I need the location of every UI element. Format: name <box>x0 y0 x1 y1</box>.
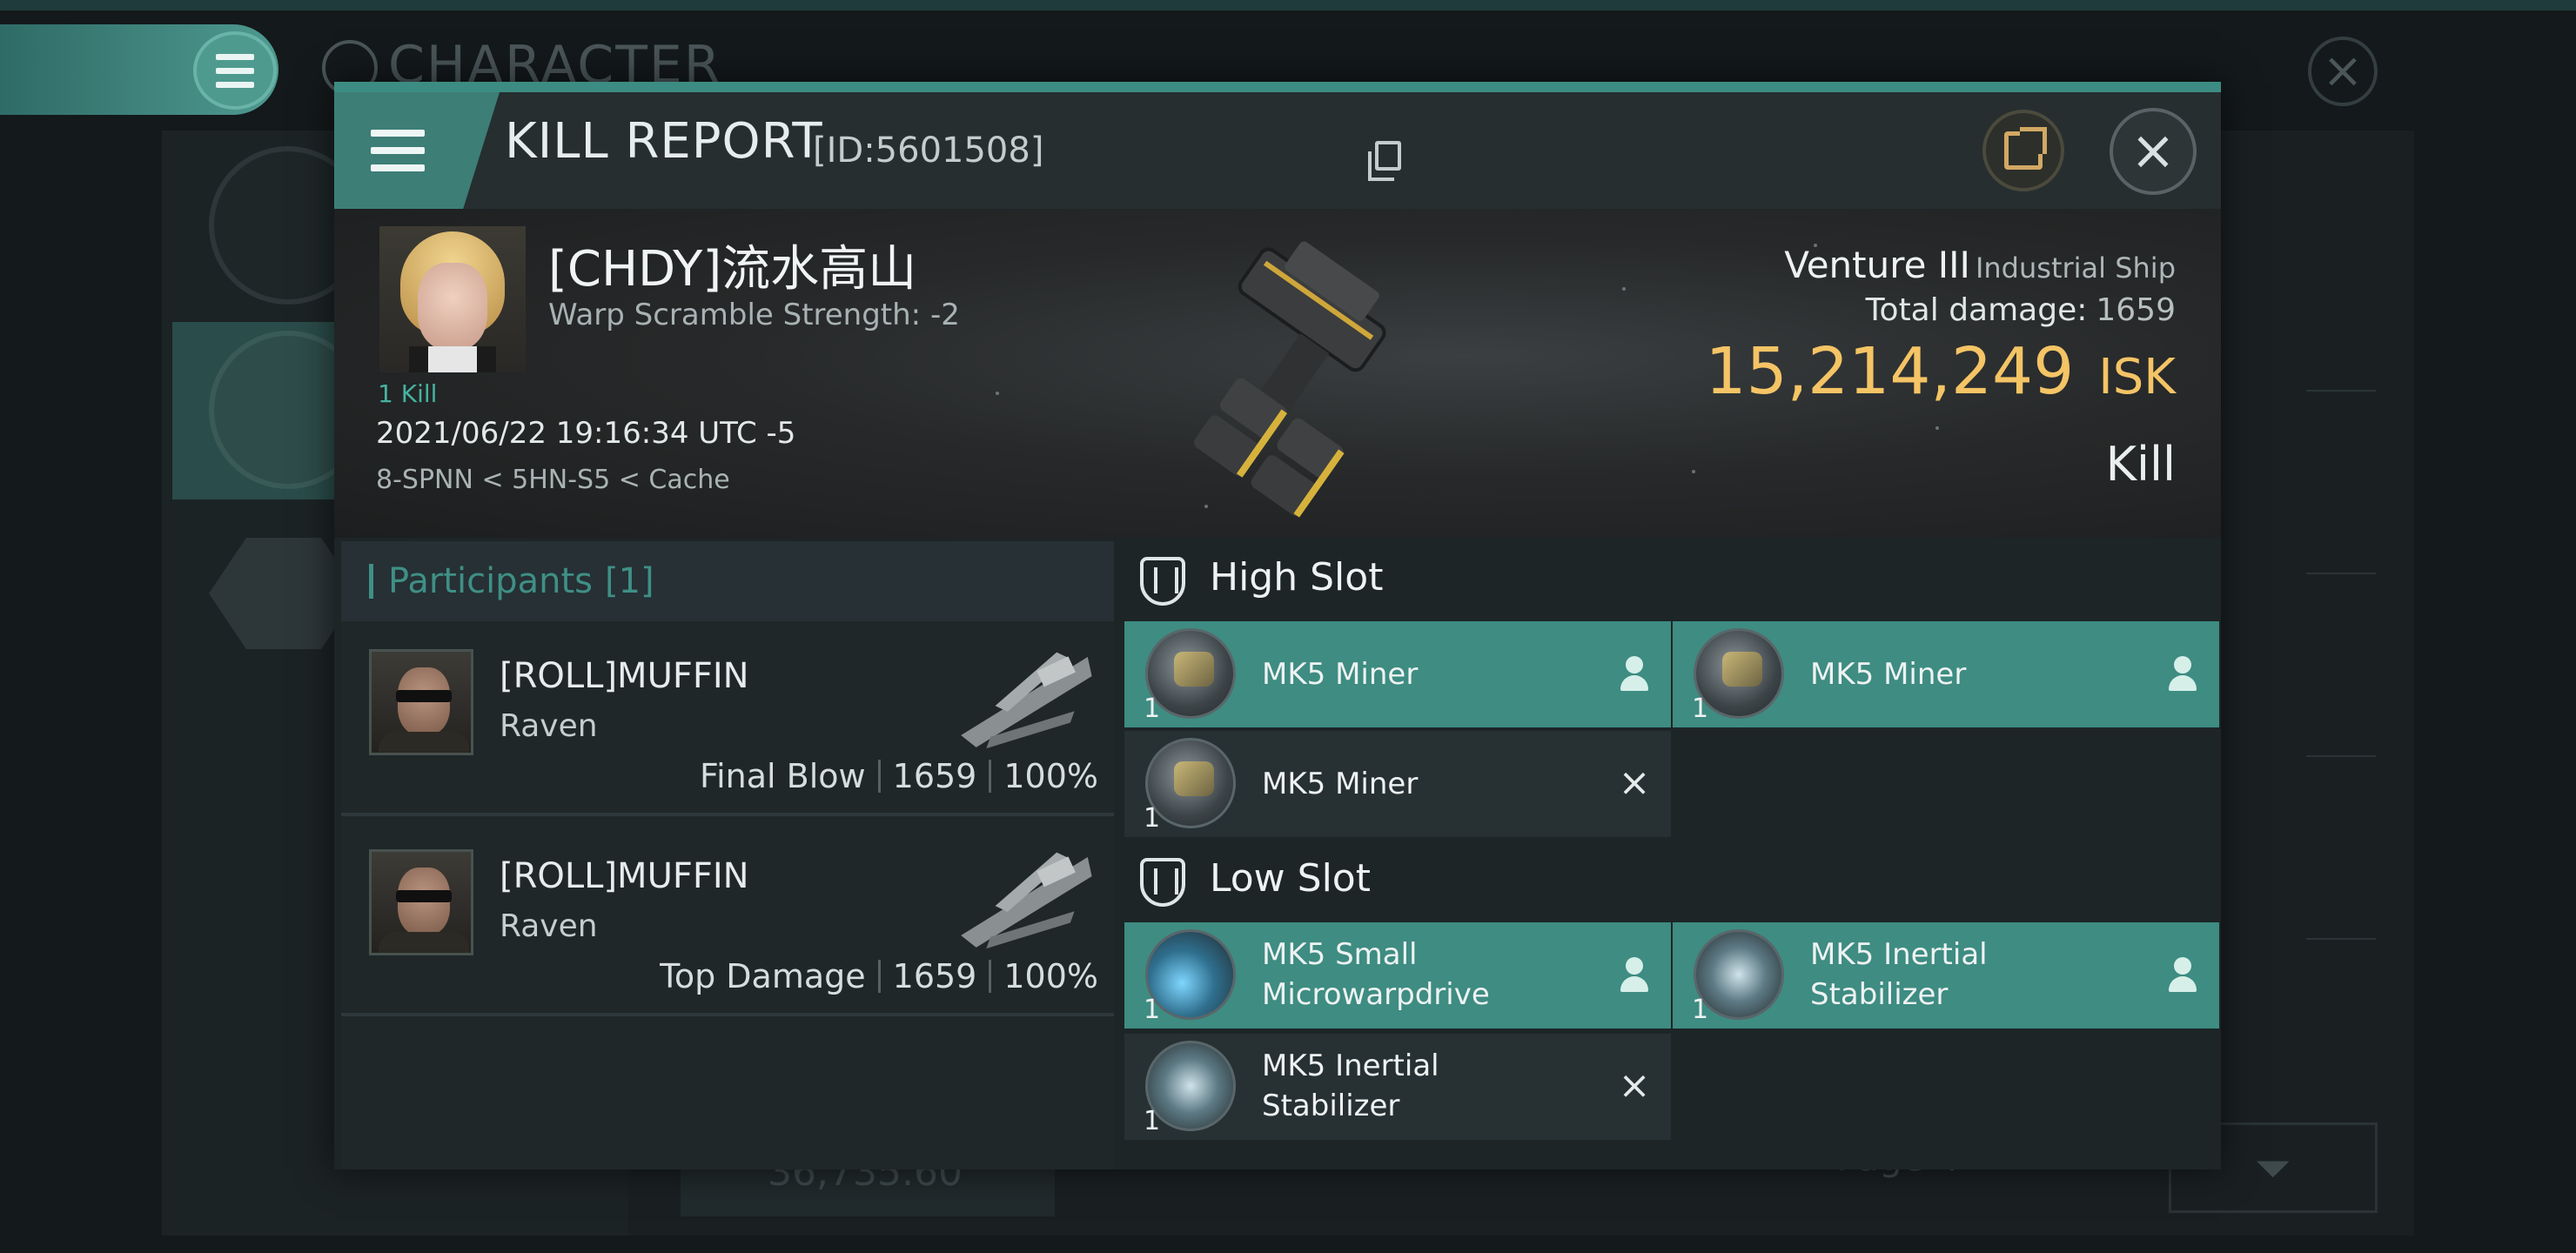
top-bar <box>0 0 2576 10</box>
participant-role: Top Damage <box>660 957 866 995</box>
person-icon <box>2165 955 2200 994</box>
participant-damage: 1659 <box>892 957 977 995</box>
person-icon <box>1617 955 1652 994</box>
next-slot-header <box>1117 1157 2221 1169</box>
module-quantity: 1 <box>1144 803 1161 834</box>
victim-avatar[interactable] <box>379 226 526 372</box>
share-button[interactable] <box>1982 110 2064 191</box>
modal-title: KILL REPORT <box>505 113 823 170</box>
module-high-3[interactable]: 1 MK5 Miner × <box>1124 731 1671 837</box>
participant-row[interactable]: [ROLL]MUFFIN Raven Top Damage 1659 100% <box>341 821 1114 1016</box>
report-id: [ID:5601508] <box>813 131 1044 171</box>
victim-name[interactable]: [CHDY]流水高山 <box>548 230 916 300</box>
total-damage-label: Total damage: <box>1865 292 2088 328</box>
shield-slot-icon <box>1140 858 1185 907</box>
participants-label: Participants <box>388 561 593 601</box>
participant-ship-image <box>961 852 1092 949</box>
total-damage: Total damage: 1659 <box>1866 292 2176 328</box>
module-high-1[interactable]: 1 MK5 Miner <box>1124 621 1671 727</box>
low-slot-header: Low Slot <box>1117 842 2221 921</box>
victim-warp-scramble: Warp Scramble Strength: -2 <box>548 298 960 332</box>
module-quantity: 1 <box>1144 1106 1161 1136</box>
module-low-1[interactable]: 1 MK5 Small Microwarpdrive <box>1124 922 1671 1029</box>
module-high-2[interactable]: 1 MK5 Miner <box>1673 621 2219 727</box>
fitting-panel: High Slot 1 MK5 Miner 1 MK5 Miner 1 MK5 … <box>1117 541 2221 1169</box>
module-name: MK5 Miner <box>1262 767 1419 801</box>
kill-report-modal: KILL REPORT [ID:5601508] × [CHDY]流水高山 Wa… <box>334 82 2221 1169</box>
ship-name-line[interactable]: Venture III Industrial Ship <box>1784 244 2176 286</box>
victim-kill-count: 1 Kill <box>378 379 438 408</box>
module-name: MK5 Miner <box>1810 657 1967 692</box>
ship-name: Venture III <box>1784 244 1970 286</box>
divider <box>2306 938 2376 940</box>
isk-amount: 15,214,249 <box>1705 334 2075 409</box>
participants-count: [1] <box>604 561 654 601</box>
copy-icon[interactable] <box>1368 141 1401 181</box>
module-name: MK5 Inertial Stabilizer <box>1810 935 1988 1015</box>
total-damage-value: 1659 <box>2096 292 2176 328</box>
kill-location[interactable]: 8-SPNN < 5HN-S5 < Cache <box>376 465 730 495</box>
share-icon <box>2004 127 2047 170</box>
isk-unit: ISK <box>2098 349 2176 405</box>
participant-name: [ROLL]MUFFIN <box>500 856 749 896</box>
module-name-line1: MK5 Small <box>1262 937 1418 972</box>
person-icon <box>2165 654 2200 693</box>
participant-stats: Top Damage 1659 100% <box>660 957 1098 995</box>
participants-header: Participants [1] <box>341 541 1114 621</box>
participant-ship-image <box>961 652 1092 749</box>
participant-percent: 100% <box>1003 757 1098 795</box>
victim-banner: [CHDY]流水高山 Warp Scramble Strength: -2 1 … <box>334 209 2221 538</box>
participant-ship: Raven <box>500 908 598 944</box>
ship-class: Industrial Ship <box>1975 251 2176 285</box>
module-name-line2: Stabilizer <box>1262 1089 1400 1123</box>
divider <box>2306 755 2376 757</box>
shield-slot-icon <box>1140 557 1185 606</box>
x-icon: × <box>1618 1063 1651 1108</box>
module-name-line1: MK5 Inertial <box>1262 1049 1439 1083</box>
close-button[interactable]: × <box>2110 108 2197 195</box>
person-icon <box>1617 654 1652 693</box>
module-name: MK5 Miner <box>1262 657 1419 692</box>
report-type: Kill <box>2105 437 2176 492</box>
victim-ship-image <box>1194 241 1386 518</box>
participant-avatar[interactable] <box>369 649 473 755</box>
x-icon: × <box>1618 761 1651 805</box>
module-name-line2: Stabilizer <box>1810 977 1949 1012</box>
main-menu-button[interactable] <box>193 31 277 110</box>
participant-stats: Final Blow 1659 100% <box>700 757 1098 795</box>
module-quantity: 1 <box>1692 694 1709 724</box>
module-low-2[interactable]: 1 MK5 Inertial Stabilizer <box>1673 922 2219 1029</box>
modal-header: KILL REPORT [ID:5601508] × <box>334 92 2221 209</box>
module-quantity: 1 <box>1144 694 1161 724</box>
module-quantity: 1 <box>1144 995 1161 1025</box>
participant-row[interactable]: [ROLL]MUFFIN Raven Final Blow 1659 100% <box>341 621 1114 816</box>
participant-ship: Raven <box>500 708 598 744</box>
modal-menu-button[interactable] <box>334 92 500 209</box>
module-quantity: 1 <box>1692 995 1709 1025</box>
high-slot-label: High Slot <box>1210 555 1384 600</box>
participant-percent: 100% <box>1003 957 1098 995</box>
module-name: MK5 Small Microwarpdrive <box>1262 935 1490 1015</box>
module-name-line2: Microwarpdrive <box>1262 977 1490 1012</box>
module-name: MK5 Inertial Stabilizer <box>1262 1046 1439 1126</box>
module-low-3[interactable]: 1 MK5 Inertial Stabilizer × <box>1124 1034 1671 1140</box>
kill-timestamp: 2021/06/22 19:16:34 UTC -5 <box>376 416 796 451</box>
divider <box>2306 573 2376 574</box>
low-slot-label: Low Slot <box>1210 856 1371 901</box>
window-close-button[interactable]: × <box>2308 37 2378 106</box>
participant-damage: 1659 <box>892 757 977 795</box>
participant-name: [ROLL]MUFFIN <box>500 656 749 696</box>
divider <box>2306 390 2376 392</box>
participant-role: Final Blow <box>700 757 866 795</box>
high-slot-header: High Slot <box>1117 541 2221 620</box>
isk-value: 15,214,249 ISK <box>1706 334 2177 409</box>
participants-panel: Participants [1] [ROLL]MUFFIN Raven Final… <box>341 541 1114 1169</box>
participant-avatar[interactable] <box>369 849 473 955</box>
module-name-line1: MK5 Inertial <box>1810 937 1988 972</box>
